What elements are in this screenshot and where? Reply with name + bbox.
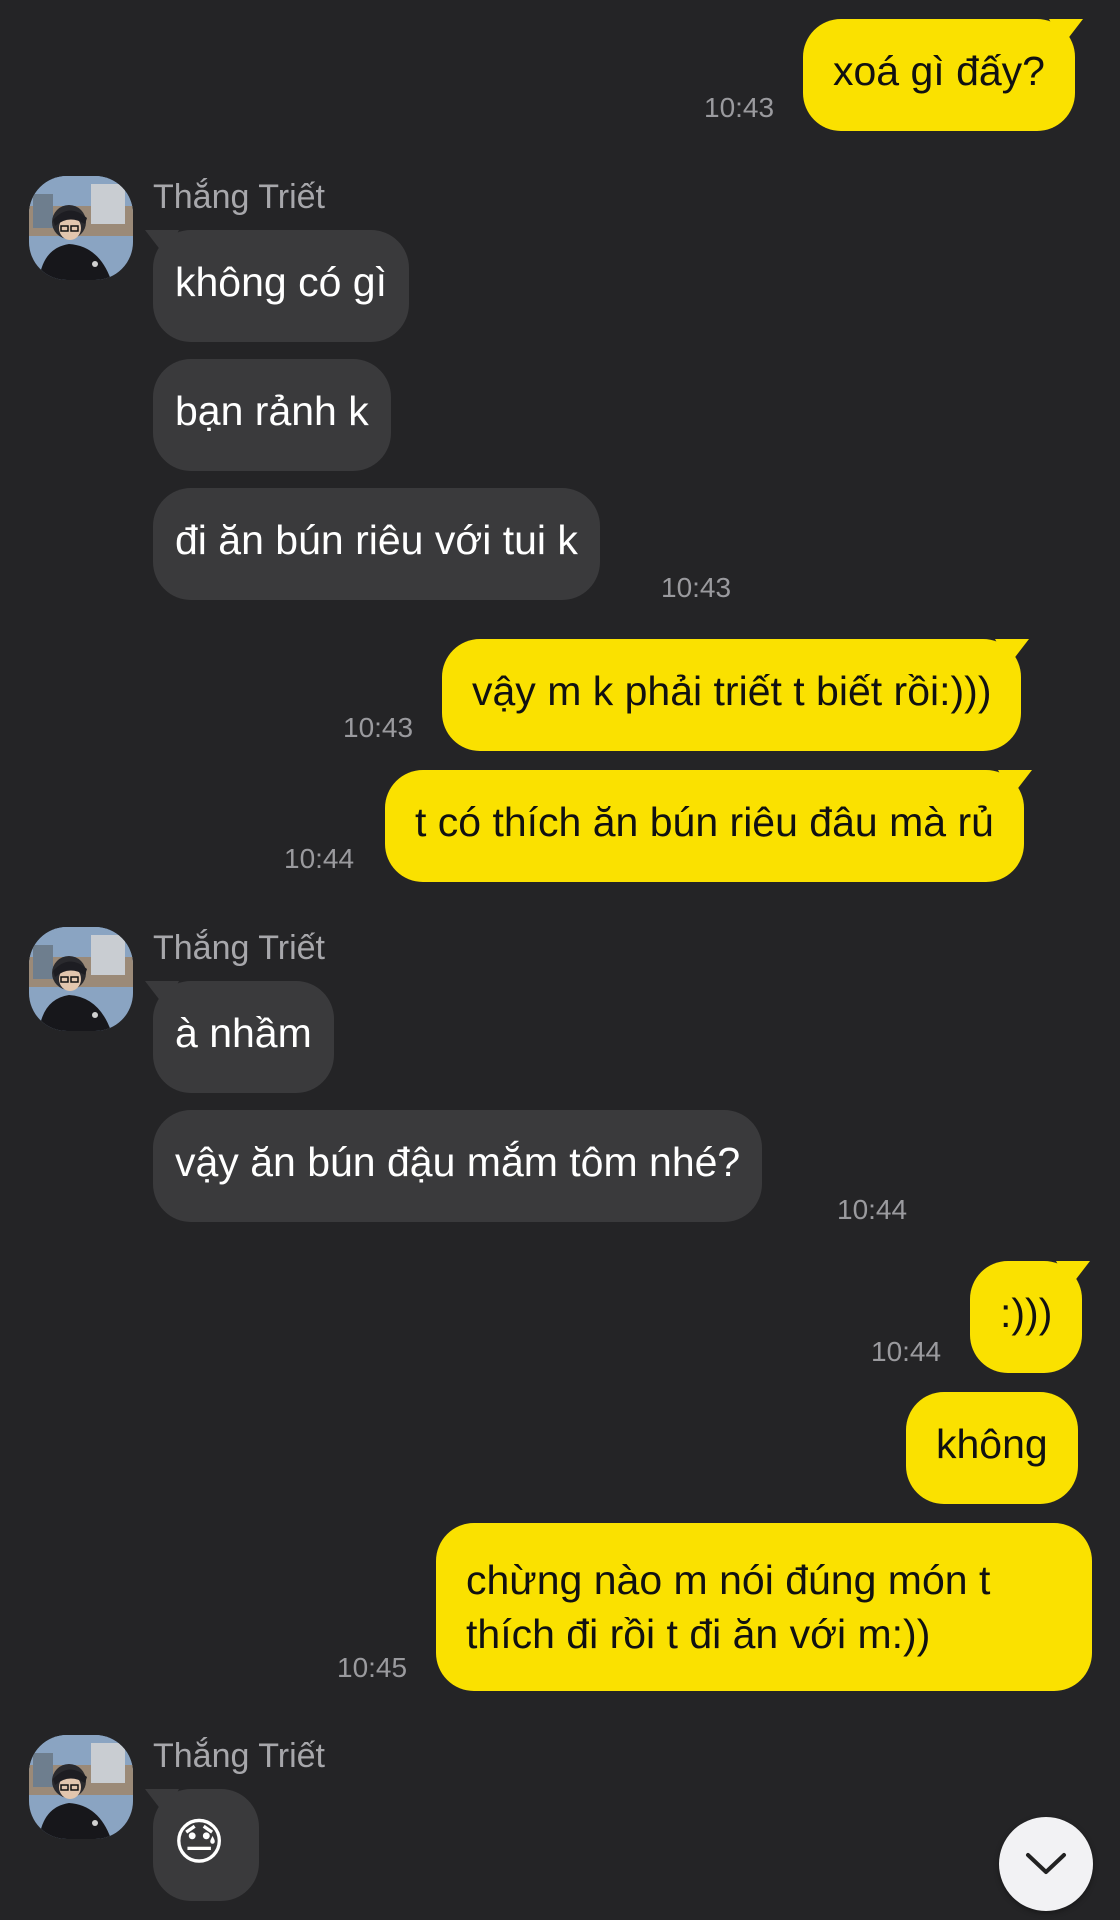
- message-text: à nhầm: [175, 1010, 312, 1056]
- message-text: t có thích ăn bún riêu đâu mà rủ: [415, 799, 994, 845]
- message-time: 10:44: [871, 1336, 942, 1367]
- contact-avatar[interactable]: [29, 927, 133, 1031]
- outgoing-message[interactable]: vậy m k phải triết t biết rồi:))): [442, 639, 1030, 751]
- incoming-message[interactable]: 😓: [145, 1789, 259, 1901]
- incoming-message[interactable]: vậy ăn bún đậu mắm tôm nhé?: [153, 1110, 763, 1222]
- message-time: 10:43: [343, 712, 414, 743]
- message-text: đi ăn bún riêu với tui k: [175, 517, 578, 563]
- message-time: 10:43: [661, 572, 732, 603]
- message-time: 10:45: [337, 1652, 408, 1683]
- sender-name: Thắng Triết: [153, 929, 325, 967]
- bubble-tail: [995, 639, 1030, 665]
- message-text: không: [936, 1421, 1048, 1467]
- bubble-tail: [145, 1789, 179, 1815]
- bubble-tail: [145, 981, 179, 1007]
- outgoing-message[interactable]: t có thích ăn bún riêu đâu mà rủ: [385, 770, 1032, 882]
- contact-avatar[interactable]: [29, 176, 133, 280]
- message-text: xoá gì đấy?: [833, 48, 1045, 94]
- incoming-message[interactable]: à nhầm: [145, 981, 334, 1093]
- incoming-message[interactable]: đi ăn bún riêu với tui k: [153, 488, 600, 600]
- chat-thread[interactable]: xoá gì đấy? 10:43 Thắng Triết không có g…: [0, 0, 1120, 1920]
- outgoing-message[interactable]: không: [906, 1392, 1078, 1504]
- message-text: vậy m k phải triết t biết rồi:))): [472, 668, 992, 714]
- message-time: 10:44: [284, 843, 355, 874]
- incoming-message[interactable]: bạn rảnh k: [153, 359, 391, 471]
- scroll-to-bottom-button[interactable]: [999, 1817, 1093, 1911]
- message-time: 10:43: [704, 92, 775, 123]
- bubble-tail: [1049, 19, 1083, 45]
- message-text: chừng nào m nói đúng món t thích đi rồi …: [466, 1557, 991, 1657]
- bubble-tail: [997, 770, 1032, 796]
- avatar-photo: [29, 176, 133, 280]
- message-text: vậy ăn bún đậu mắm tôm nhé?: [175, 1139, 741, 1185]
- contact-avatar[interactable]: [29, 1735, 133, 1839]
- outgoing-message[interactable]: xoá gì đấy?: [803, 19, 1083, 131]
- incoming-message[interactable]: không có gì: [145, 230, 409, 342]
- bubble-tail: [1056, 1261, 1091, 1287]
- chevron-down-icon: [1026, 1853, 1066, 1874]
- message-text: 😓: [173, 1814, 226, 1870]
- avatar-photo: [29, 1735, 133, 1839]
- sender-name: Thắng Triết: [153, 1737, 325, 1775]
- outgoing-message[interactable]: chừng nào m nói đúng món t thích đi rồi …: [436, 1523, 1092, 1691]
- sender-name: Thắng Triết: [153, 178, 325, 216]
- message-time: 10:44: [837, 1194, 908, 1225]
- avatar-photo: [29, 927, 133, 1031]
- message-text: :))): [1000, 1290, 1053, 1336]
- message-text: không có gì: [175, 259, 387, 305]
- message-text: bạn rảnh k: [175, 388, 369, 434]
- outgoing-message[interactable]: :))): [970, 1261, 1091, 1373]
- bubble-tail: [145, 230, 179, 256]
